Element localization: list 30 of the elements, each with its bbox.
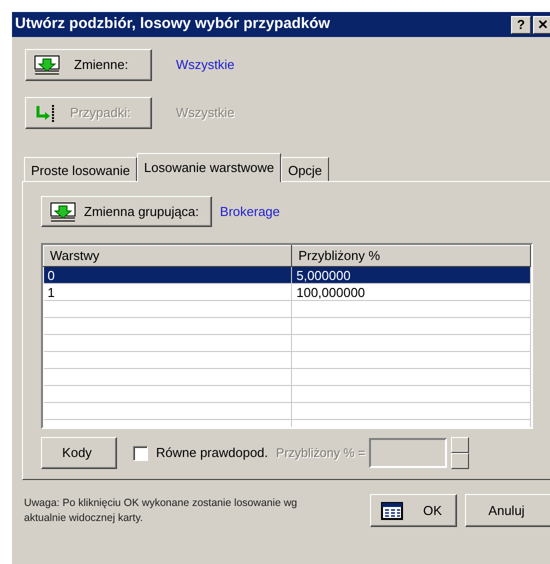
tab[interactable]: Proste losowanie: [24, 157, 137, 181]
window-title: Utwórz podzbiór, losowy wybór przypadków: [15, 14, 332, 34]
table-row[interactable]: 1 100,000000: [44, 284, 530, 300]
help-button[interactable]: ?: [511, 16, 531, 34]
codes-button[interactable]: Kody: [41, 437, 117, 469]
note-text: Uwaga: Po kliknięciu OK wykonane zostanie losowanie wg aktualnie widocznej karty.: [24, 496, 298, 526]
close-button[interactable]: ✕: [533, 16, 550, 34]
table-icon: [381, 502, 404, 520]
table-cell: 100,000000: [296, 284, 366, 300]
tab[interactable]: Opcje: [281, 157, 330, 181]
table-cell: 1: [48, 284, 55, 300]
table-cell: 0: [48, 268, 55, 282]
column-header[interactable]: Przybliżony %: [292, 246, 530, 266]
variables-button[interactable]: Zmienne:: [25, 49, 152, 81]
variable-list-icon: [50, 202, 76, 222]
table-cell: 5,000000: [296, 268, 351, 282]
cancel-button[interactable]: Anuluj: [465, 494, 550, 527]
spinner-control[interactable]: [451, 437, 470, 469]
grouping-value: Brokerage: [220, 202, 280, 221]
checkbox-label: Równe prawdopod.: [156, 444, 268, 462]
selection-value: Wszystkie: [176, 104, 234, 122]
column-header[interactable]: Warstwy: [44, 246, 292, 266]
arrow-icon: [34, 103, 56, 123]
selection-value: Wszystkie: [176, 56, 234, 74]
field-label: Przybliżony % =: [276, 444, 366, 462]
checkbox[interactable]: [133, 446, 148, 460]
variable-list-icon: [34, 55, 60, 75]
tab[interactable]: Losowanie warstwowe: [137, 153, 282, 182]
ok-button[interactable]: OK: [370, 494, 457, 527]
grouping-variable-button[interactable]: Zmienna grupująca:: [41, 196, 212, 227]
